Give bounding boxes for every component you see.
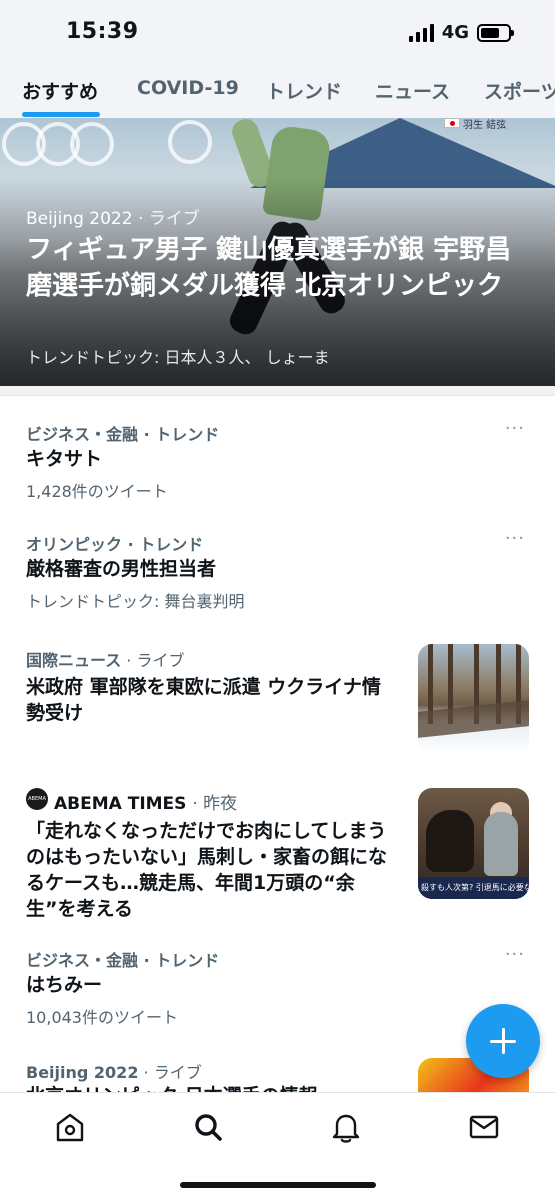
news-source-name: ABEMA TIMES [54,794,187,814]
explore-tabs: おすすめ COVID-19 トレンド ニュース スポーツ [0,62,555,118]
home-indicator [180,1182,376,1188]
news-title: 「走れなくなっただけでお肉にしてしまうのはもったいない」馬刺し・家畜の餌になるケ… [26,820,388,920]
news-thumbnail [418,644,529,755]
more-options-icon[interactable]: ··· [505,944,525,965]
news-source: ABEMA TIMES · 昨夜 [54,789,237,814]
search-icon[interactable] [188,1107,228,1147]
tab-active-indicator [22,112,100,117]
trend-category: ビジネス・金融 · トレンド [26,951,220,970]
home-icon[interactable] [50,1107,90,1147]
tab-news[interactable]: ニュース [375,77,450,104]
news-category-label: Beijing 2022 [26,1063,139,1082]
news-live-label: · ライブ [138,1063,202,1082]
hero-corner-caption: 羽生 結弦 [463,120,507,131]
trend-topic: トレンドトピック: 舞台裏判明 [26,592,245,611]
hero-title: フィギュア男子 鍵山優真選手が銀 宇野昌磨選手が銅メダル獲得 北京オリンピック [26,235,512,301]
network-type: 4G [441,22,469,43]
tab-recommended[interactable]: おすすめ [22,77,98,104]
status-time: 15:39 [66,19,139,44]
thumbnail-caption: 殺すも人次第? 引退馬に必要な [418,877,529,899]
news-thumbnail: 殺すも人次第? 引退馬に必要な [418,788,529,899]
news-item[interactable]: ABEMA TIMES ABEMA TIMES · 昨夜 「走れなくなっただけで… [0,788,555,928]
tab-sports[interactable]: スポーツ [484,77,555,104]
news-title: 北京オリンピック 日本選手の情報 [26,1083,396,1092]
mail-icon[interactable] [464,1107,504,1147]
status-indicators: 4G [408,22,514,43]
trend-title: 厳格審査の男性担当者 [26,558,217,580]
hero-category: Beijing 2022 · ライブ [26,204,200,229]
trend-tweet-count: 1,428件のツイート [26,482,168,501]
trend-category: ビジネス・金融 · トレンド [26,425,220,444]
section-divider [0,386,555,396]
more-options-icon[interactable]: ··· [505,528,525,549]
news-time: · 昨夜 [192,794,238,814]
trend-item[interactable]: オリンピック · トレンド ··· 厳格審査の男性担当者 トレンドトピック: 舞… [0,528,555,628]
tab-covid19[interactable]: COVID-19 [137,77,239,99]
news-category: Beijing 2022 · ライブ [26,1059,202,1083]
hero-live-label: · ライブ [137,209,200,229]
hero-category-label: Beijing 2022 [26,209,133,229]
news-category-label: 国際ニュース [26,651,122,670]
news-category: 国際ニュース · ライブ [26,647,184,671]
status-bar: 15:39 4G [0,0,555,62]
hero-subtitle: トレンドトピック: 日本人３人、 しょーま [26,348,330,367]
hero-card[interactable]: 羽生 結弦 Beijing 2022 · ライブ フィギュア男子 鍵山優真選手が… [0,118,555,386]
more-options-icon[interactable]: ··· [505,418,525,439]
tab-trends[interactable]: トレンド [266,77,342,104]
source-logo: ABEMA TIMES [26,788,48,824]
trend-tweet-count: 10,043件のツイート [26,1008,178,1027]
battery-icon [477,23,514,42]
trend-item[interactable]: ビジネス・金融 · トレンド ··· キタサト 1,428件のツイート [0,418,555,518]
olympic-ring [168,120,212,164]
compose-tweet-button[interactable] [466,1004,540,1078]
bell-icon[interactable] [326,1107,366,1147]
news-live-label: · ライブ [121,651,185,670]
news-title: 米政府 軍部隊を東欧に派遣 ウクライナ情勢受け [26,676,381,724]
trend-title: はちみー [26,974,103,996]
trend-title: キタサト [26,448,103,470]
japan-flag-icon [444,118,460,128]
trend-category: オリンピック · トレンド [26,535,204,554]
olympic-ring [70,122,114,166]
news-item[interactable]: 国際ニュース · ライブ 米政府 軍部隊を東欧に派遣 ウクライナ情勢受け [0,644,555,764]
signal-icon [408,23,434,42]
